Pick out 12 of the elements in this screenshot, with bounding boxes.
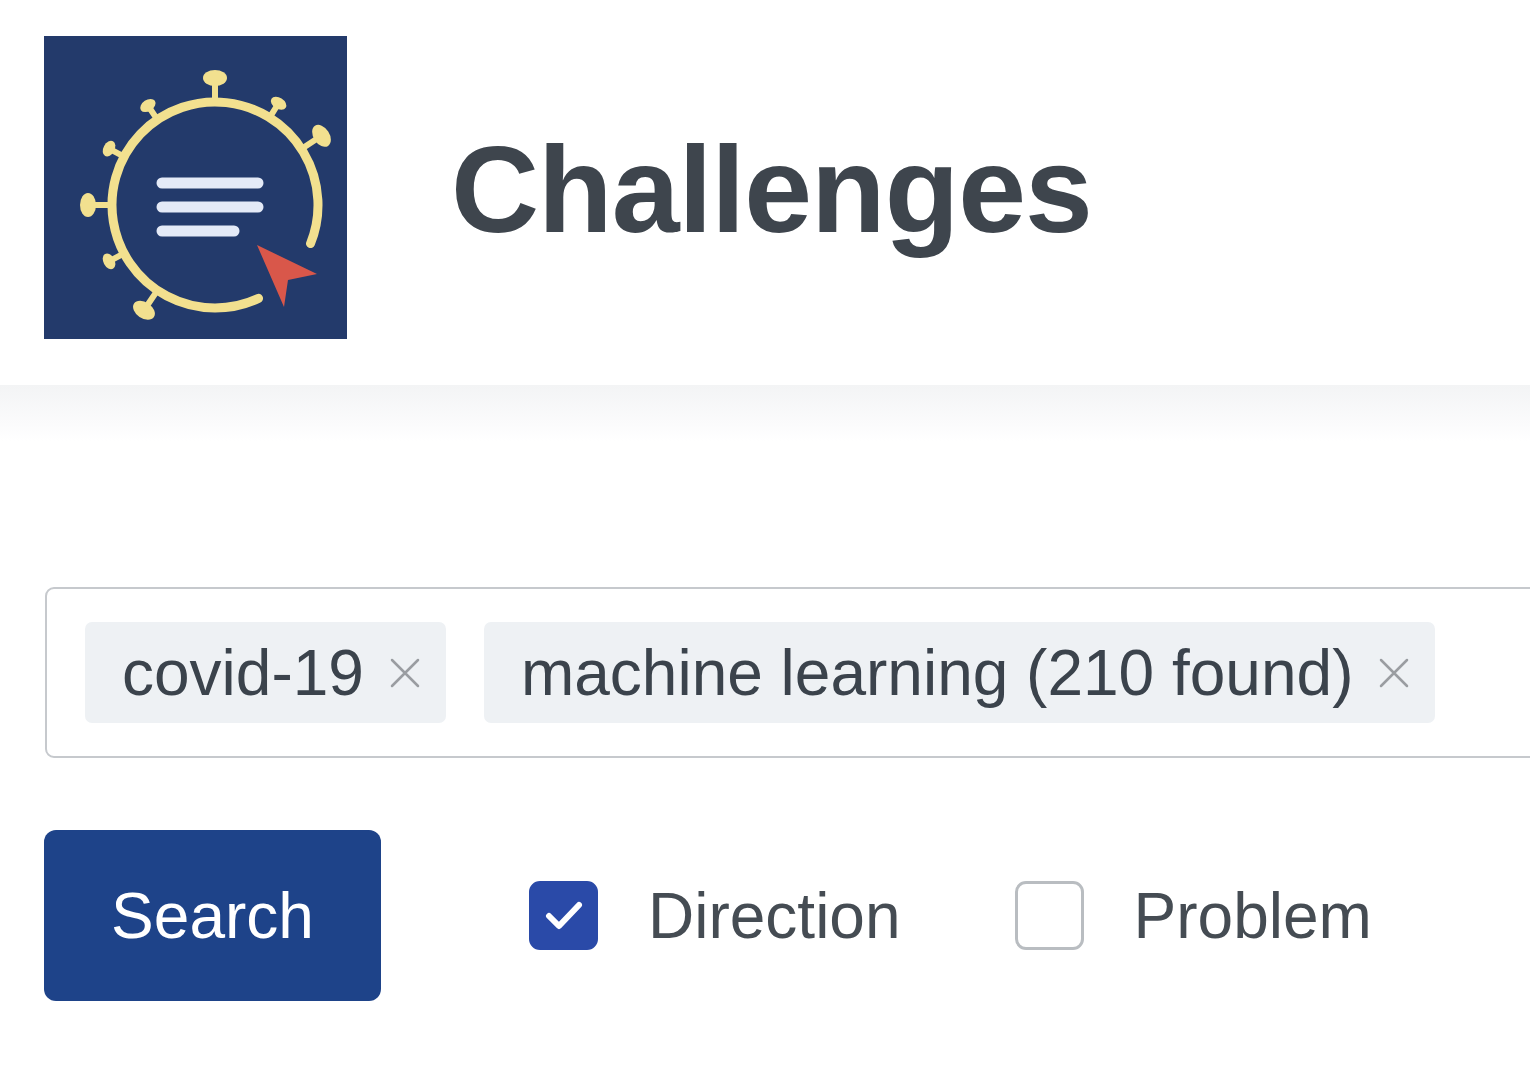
checkbox[interactable] <box>1014 881 1084 950</box>
checkbox-label: Direction <box>648 878 901 953</box>
close-icon[interactable] <box>1379 657 1410 688</box>
tag-input-field[interactable]: covid-19 machine learning (210 found) <box>45 587 1530 758</box>
search-button[interactable]: Search <box>44 830 381 1001</box>
checkbox[interactable] <box>529 881 598 950</box>
close-icon[interactable] <box>389 657 420 688</box>
tag-label: machine learning (210 found) <box>520 635 1354 710</box>
checkbox-label: Problem <box>1133 878 1372 953</box>
page-title: Challenges <box>451 121 1092 261</box>
tag-label: covid-19 <box>122 635 364 710</box>
check-icon <box>544 900 583 931</box>
